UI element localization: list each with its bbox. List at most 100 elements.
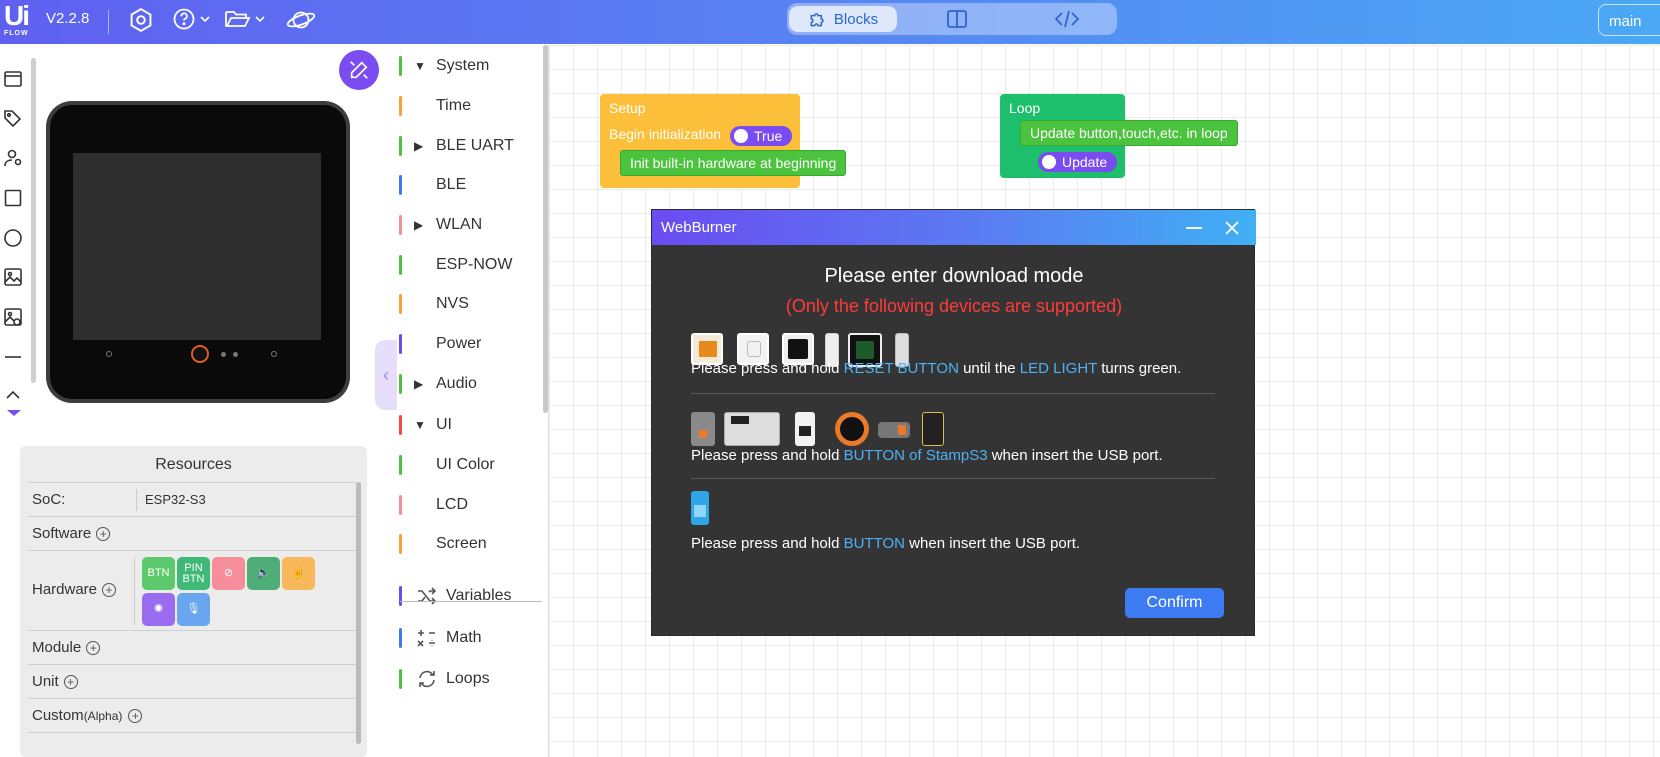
caret-down-icon[interactable]: ▼: [414, 418, 426, 432]
device-body: [50, 105, 346, 399]
category-power[interactable]: Power: [399, 330, 539, 358]
init-hardware-block[interactable]: Init built-in hardware at beginning: [620, 150, 847, 176]
software-row[interactable]: Software +: [28, 516, 356, 550]
tool-strip: [0, 60, 30, 420]
editor-mode-switch: Blocks: [787, 3, 1117, 35]
device-screen[interactable]: [73, 153, 321, 340]
add-icon[interactable]: +: [63, 674, 78, 689]
image-stack-icon[interactable]: [2, 306, 24, 328]
logo-text: Ui: [4, 0, 30, 31]
caret-down-icon[interactable]: ▼: [414, 59, 426, 73]
update-loop-block[interactable]: Update button,touch,etc. in loop: [1020, 120, 1238, 146]
image-icon[interactable]: [2, 266, 24, 288]
loop-icon: [416, 669, 438, 689]
category-audio[interactable]: ▶ Audio: [399, 370, 539, 398]
custom-row[interactable]: Custom (Alpha) +: [28, 698, 356, 732]
person-icon[interactable]: [2, 147, 24, 169]
light-icon[interactable]: ✺: [142, 593, 175, 626]
tab-blocks-label: Blocks: [833, 10, 879, 28]
category-ble[interactable]: BLE: [399, 171, 539, 199]
category-ble-uart[interactable]: ▶ BLE UART: [399, 132, 539, 160]
add-icon[interactable]: +: [128, 708, 143, 723]
cardputer-device-icon: [724, 412, 780, 446]
speed-icon[interactable]: ⊘: [212, 557, 245, 590]
category-ui-color[interactable]: UI Color: [399, 451, 539, 479]
tab-code[interactable]: [1037, 6, 1097, 32]
version-label: V2.2.8: [46, 10, 90, 27]
divider: [691, 478, 1215, 479]
category-wlan[interactable]: ▶ WLAN: [399, 211, 539, 239]
device-power-button[interactable]: [191, 345, 209, 363]
divider: [28, 732, 356, 734]
line-icon[interactable]: [2, 346, 24, 368]
collapse-panel-button[interactable]: ‹: [375, 340, 397, 410]
device-preview: [46, 101, 350, 403]
category-color-bar: [399, 586, 402, 606]
chevron-up-icon[interactable]: [2, 384, 24, 406]
add-icon[interactable]: +: [102, 582, 117, 597]
hardware-btn[interactable]: BTN: [142, 557, 175, 590]
resources-scrollbar[interactable]: [356, 482, 361, 744]
category-system[interactable]: ▼ System: [399, 52, 539, 80]
caret-right-icon[interactable]: ▶: [414, 139, 423, 153]
chevron-down-icon: [200, 16, 210, 23]
category-label: Math: [446, 629, 482, 646]
edit-ui-button[interactable]: [339, 50, 379, 90]
category-loops[interactable]: Loops: [399, 665, 539, 693]
init-toggle[interactable]: True: [730, 126, 793, 146]
expand-arrow-icon[interactable]: [7, 410, 21, 416]
window-icon[interactable]: [2, 68, 24, 90]
category-variables[interactable]: Variables: [399, 582, 539, 610]
add-icon[interactable]: +: [96, 526, 111, 541]
caret-right-icon[interactable]: ▶: [414, 218, 423, 232]
category-esp-now[interactable]: ESP-NOW: [399, 251, 539, 279]
planet-icon[interactable]: [286, 7, 316, 33]
touch-icon[interactable]: ☝: [282, 557, 315, 590]
category-label: UI Color: [436, 456, 495, 473]
tab-split[interactable]: [927, 6, 987, 32]
category-color-bar: [399, 294, 402, 314]
minimize-icon[interactable]: [1184, 218, 1204, 238]
divider: [134, 557, 135, 625]
hardware-pin-btn[interactable]: PIN BTN: [177, 557, 210, 590]
hardware-row: Hardware + BTN PIN BTN ⊘ 🔈 ☝ ✺ 🎙: [28, 550, 356, 630]
branch-selector[interactable]: main: [1598, 4, 1660, 36]
category-color-bar: [399, 56, 402, 76]
hardware-label: Hardware: [32, 581, 98, 598]
device-dot: [106, 351, 112, 357]
resources-title: Resources: [155, 456, 232, 473]
add-icon[interactable]: +: [86, 640, 101, 655]
module-row[interactable]: Module +: [28, 630, 356, 664]
close-icon[interactable]: [1222, 218, 1242, 238]
confirm-button[interactable]: Confirm: [1125, 588, 1224, 618]
tag-icon[interactable]: [2, 107, 24, 129]
circle-icon[interactable]: [2, 227, 24, 249]
open-menu[interactable]: [224, 7, 266, 31]
help-menu[interactable]: [172, 7, 211, 31]
category-lcd[interactable]: LCD: [399, 491, 539, 519]
mic-icon[interactable]: 🎙: [177, 593, 210, 626]
square-icon[interactable]: [2, 187, 24, 209]
loop-block[interactable]: Loop Update button,touch,etc. in loop Up…: [1000, 94, 1238, 178]
tab-blocks[interactable]: Blocks: [789, 6, 897, 32]
settings-icon[interactable]: [128, 7, 154, 33]
device-dot: [233, 352, 238, 357]
code-icon: [1054, 10, 1080, 28]
category-ui[interactable]: ▼ UI: [399, 411, 539, 439]
category-nvs[interactable]: NVS: [399, 290, 539, 318]
shuffle-icon: [416, 586, 438, 606]
category-screen[interactable]: Screen: [399, 530, 539, 558]
tool-scrollbar[interactable]: [31, 58, 36, 383]
caret-right-icon[interactable]: ▶: [414, 377, 423, 391]
category-math[interactable]: Math: [399, 624, 539, 652]
custom-label: Custom: [32, 707, 84, 724]
category-time[interactable]: Time: [399, 92, 539, 120]
loop-title: Loop: [1009, 100, 1041, 116]
unit-row[interactable]: Unit +: [28, 664, 356, 698]
folder-icon: [225, 11, 251, 27]
speaker-icon[interactable]: 🔈: [247, 557, 280, 590]
update-toggle[interactable]: Update: [1038, 152, 1118, 172]
software-label: Software: [32, 525, 92, 542]
setup-block[interactable]: Setup Begin initialization True Init bui…: [600, 94, 847, 188]
category-label: WLAN: [436, 216, 483, 233]
